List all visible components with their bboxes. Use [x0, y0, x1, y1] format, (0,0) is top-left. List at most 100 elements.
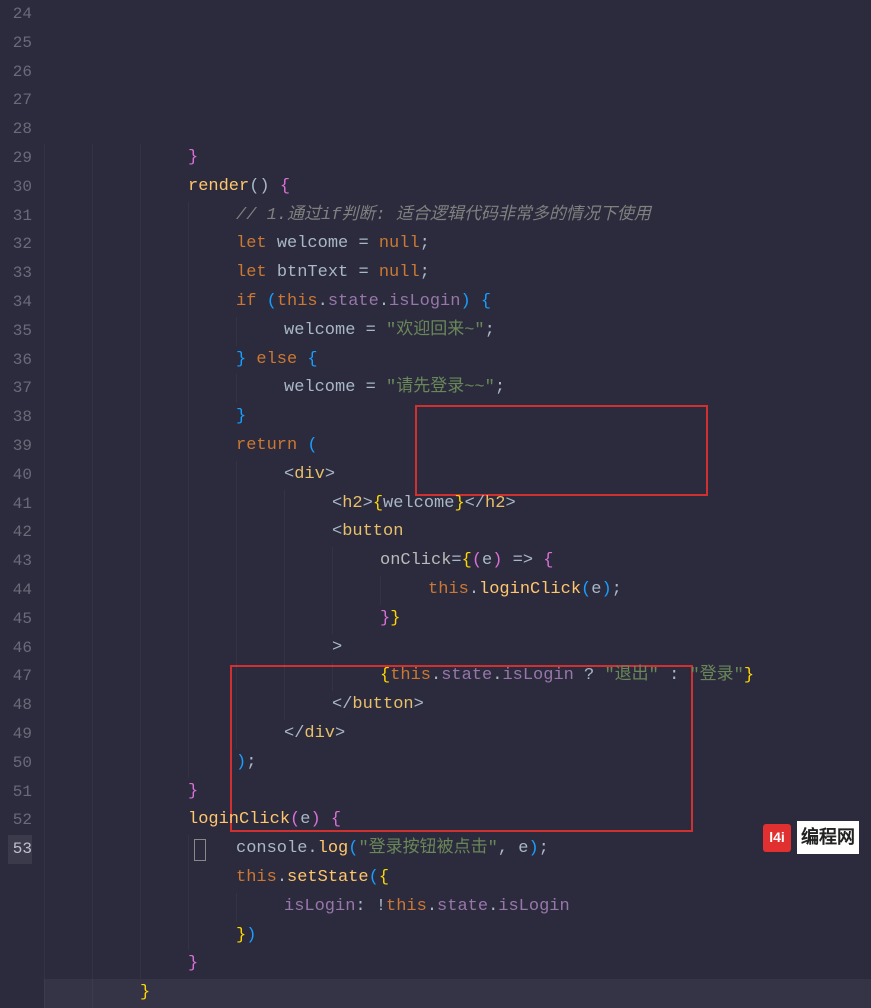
token-paren-b: ( [348, 839, 358, 858]
token-str: "退出" [604, 666, 658, 685]
token-punct: > [414, 695, 424, 714]
token-paren-y: } [744, 666, 754, 685]
token-var: welcome [383, 494, 454, 513]
code-line[interactable]: ); [44, 749, 871, 778]
token-var: e [518, 839, 528, 858]
token-paren-b: ) [460, 292, 470, 311]
token-tag: button [352, 695, 413, 714]
token-kw: null [379, 263, 420, 282]
code-line[interactable]: // 1.通过if判断: 适合逻辑代码非常多的情况下使用 [44, 202, 871, 231]
code-line[interactable]: let welcome = null; [44, 230, 871, 259]
token-kw: if [236, 292, 267, 311]
code-line[interactable]: <h2>{welcome}</h2> [44, 490, 871, 519]
line-number: 24 [8, 0, 32, 29]
token-kw: let [236, 263, 277, 282]
token-paren-b: ( [369, 868, 379, 887]
token-tag: button [342, 522, 403, 541]
line-number: 28 [8, 115, 32, 144]
token-var: btnText [277, 263, 359, 282]
token-var: e [591, 580, 601, 599]
code-line[interactable]: } [44, 979, 871, 1008]
token-paren-y: { [373, 494, 383, 513]
code-line[interactable]: > [44, 634, 871, 663]
line-number: 45 [8, 605, 32, 634]
line-number: 46 [8, 634, 32, 663]
token-this: this [386, 897, 427, 916]
token-punct: . [469, 580, 479, 599]
watermark-logo: l4i 编程网 [763, 821, 859, 854]
code-area[interactable]: }render() {// 1.通过if判断: 适合逻辑代码非常多的情况下使用l… [44, 0, 871, 866]
code-line[interactable]: } [44, 778, 871, 807]
token-punct: < [332, 522, 342, 541]
logo-badge: l4i [763, 824, 791, 852]
token-punct: < [332, 494, 342, 513]
line-number: 43 [8, 547, 32, 576]
token-kw: return [236, 436, 307, 455]
token-this: this [236, 868, 277, 887]
code-editor[interactable]: 2425262728293031323334353637383940414243… [0, 0, 871, 866]
token-var: e [300, 810, 310, 829]
token-paren-y: { [462, 551, 472, 570]
token-punct: ; [612, 580, 622, 599]
code-line[interactable]: welcome = "欢迎回来~"; [44, 317, 871, 346]
code-line[interactable]: {this.state.isLogin ? "退出" : "登录"} [44, 662, 871, 691]
token-paren-b: { [481, 292, 491, 311]
token-punct: ; [420, 263, 430, 282]
token-attr: onClick [380, 551, 451, 570]
token-fn: loginClick [479, 580, 581, 599]
code-line[interactable]: </button> [44, 691, 871, 720]
token-punct: ! [376, 897, 386, 916]
token-punct: . [318, 292, 328, 311]
token-punct: . [431, 666, 441, 685]
line-number: 41 [8, 490, 32, 519]
code-line[interactable]: }} [44, 605, 871, 634]
token-punct: . [427, 897, 437, 916]
code-line[interactable]: </div> [44, 720, 871, 749]
line-number: 48 [8, 691, 32, 720]
code-line[interactable]: } [44, 403, 871, 432]
token-kw: let [236, 234, 277, 253]
token-punct: ? [574, 666, 605, 685]
code-line[interactable]: console.log("登录按钮被点击", e); [44, 835, 871, 864]
code-line[interactable]: this.setState({ [44, 864, 871, 893]
token-paren-p: { [543, 551, 553, 570]
code-line[interactable]: welcome = "请先登录~~"; [44, 374, 871, 403]
code-line[interactable]: this.loginClick(e); [44, 576, 871, 605]
token-tag: h2 [485, 494, 505, 513]
line-number: 44 [8, 576, 32, 605]
code-line[interactable]: render() { [44, 173, 871, 202]
code-line[interactable]: <div> [44, 461, 871, 490]
line-number: 32 [8, 230, 32, 259]
token-paren-p: ( [290, 810, 300, 829]
code-line[interactable]: onClick={(e) => { [44, 547, 871, 576]
token-paren-p: } [188, 148, 198, 167]
code-line[interactable]: } else { [44, 346, 871, 375]
code-line[interactable]: }) [44, 922, 871, 951]
line-number: 38 [8, 403, 32, 432]
line-number: 36 [8, 346, 32, 375]
token-paren-b: ) [528, 839, 538, 858]
token-paren-b: ( [581, 580, 591, 599]
token-tag: div [294, 465, 325, 484]
code-line[interactable]: if (this.state.isLogin) { [44, 288, 871, 317]
token-punct [321, 810, 331, 829]
code-line[interactable]: let btnText = null; [44, 259, 871, 288]
code-line[interactable]: <button [44, 518, 871, 547]
token-punct: = [366, 378, 386, 397]
token-fn: log [318, 839, 349, 858]
code-line[interactable]: isLogin: !this.state.isLogin [44, 893, 871, 922]
token-str: "请先登录~~" [386, 378, 495, 397]
code-line[interactable]: loginClick(e) { [44, 806, 871, 835]
token-kw: else [256, 350, 307, 369]
line-number: 37 [8, 374, 32, 403]
line-number: 49 [8, 720, 32, 749]
token-punct: </ [465, 494, 485, 513]
token-punct: = [358, 263, 378, 282]
token-paren-b: } [236, 407, 246, 426]
code-line[interactable]: return ( [44, 432, 871, 461]
code-line[interactable]: } [44, 950, 871, 979]
line-number: 47 [8, 662, 32, 691]
token-prop: state [328, 292, 379, 311]
token-prop: isLogin [284, 897, 355, 916]
code-line[interactable]: } [44, 144, 871, 173]
